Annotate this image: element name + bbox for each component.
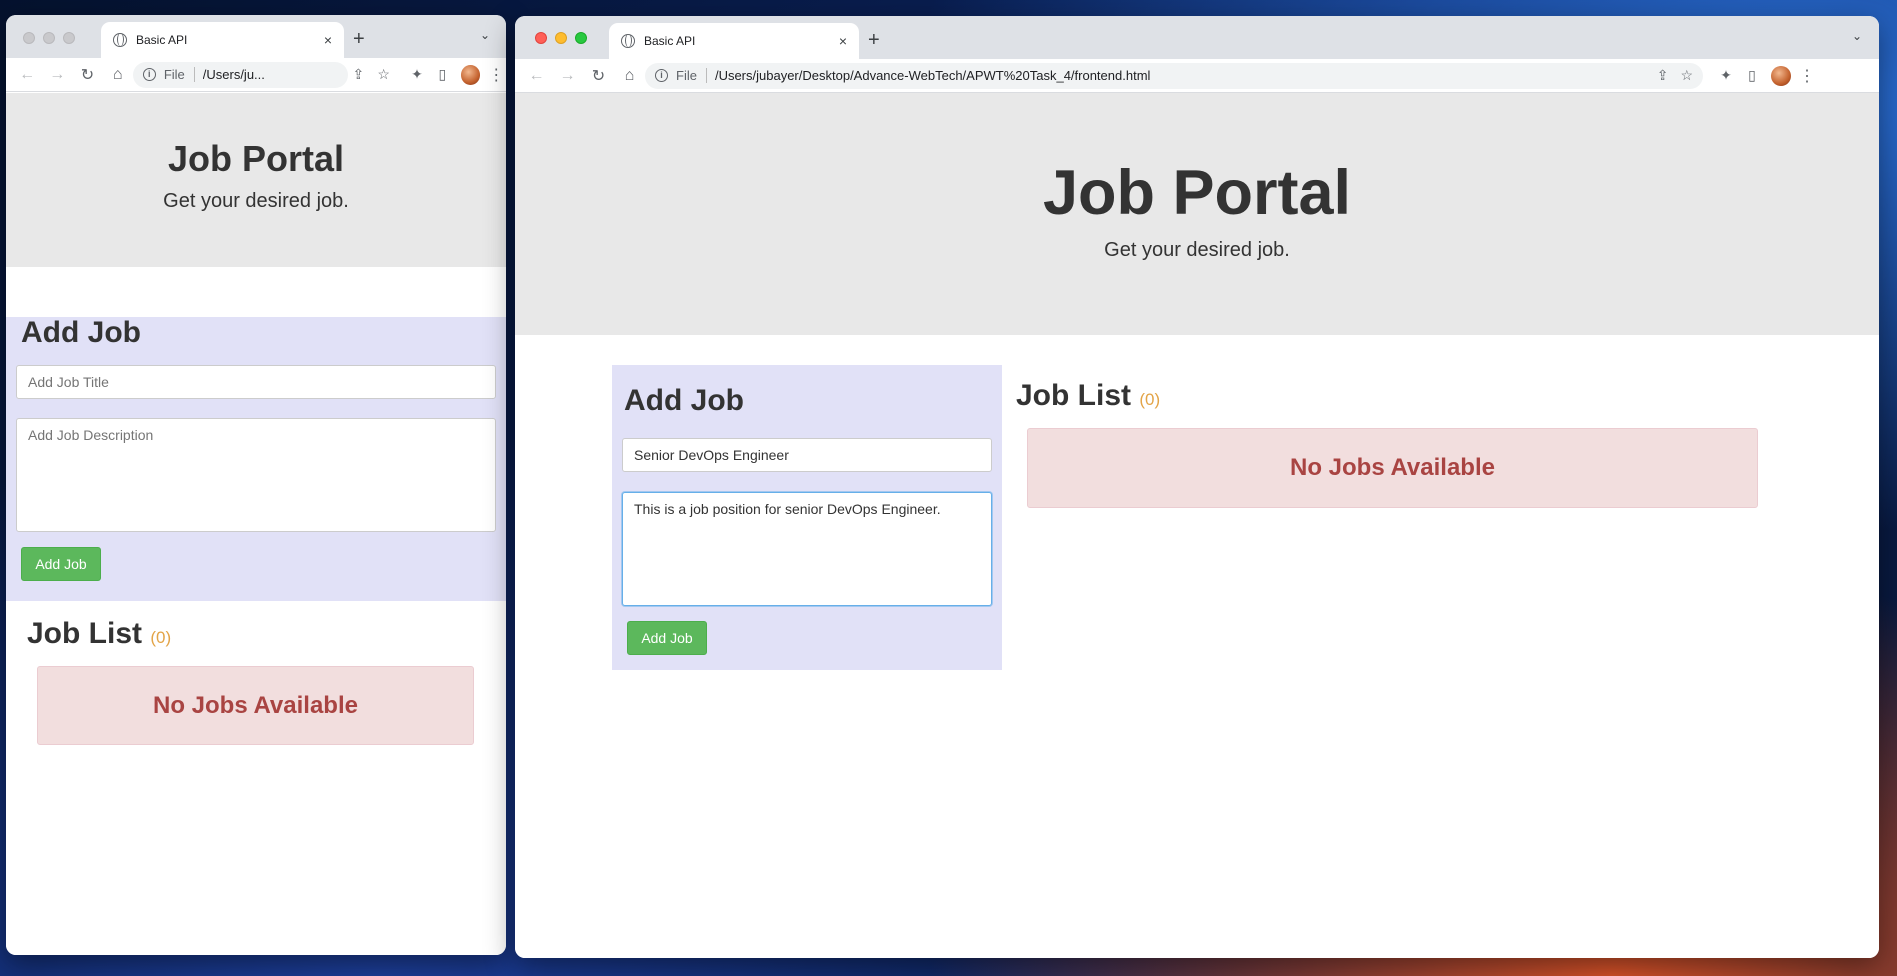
tab-strip: Basic API × + ⌄ bbox=[6, 15, 506, 58]
no-jobs-message: No Jobs Available bbox=[1290, 454, 1495, 481]
menu-icon[interactable]: ⋮ bbox=[486, 65, 505, 85]
job-list-section: Job List (0) No Jobs Available bbox=[6, 601, 506, 745]
bookmark-star-icon[interactable]: ☆ bbox=[371, 66, 396, 83]
tab-basic-api[interactable]: Basic API × bbox=[609, 23, 859, 59]
window-controls bbox=[23, 32, 75, 44]
forward-icon[interactable]: → bbox=[42, 66, 72, 84]
no-jobs-message: No Jobs Available bbox=[153, 691, 358, 719]
page-subtitle: Get your desired job. bbox=[1104, 239, 1290, 261]
job-title-input[interactable] bbox=[622, 438, 992, 472]
page-viewport: Job Portal Get your desired job. Add Job… bbox=[515, 93, 1879, 958]
job-count: (0) bbox=[1139, 390, 1161, 409]
add-job-heading: Add Job bbox=[21, 316, 141, 349]
scheme-label: File bbox=[676, 68, 707, 83]
browser-window-large: Basic API × + ⌄ ← → ↻ ⌂ i File /Users/ju… bbox=[515, 16, 1879, 958]
url-text[interactable]: /Users/ju... bbox=[203, 67, 338, 82]
reload-icon[interactable]: ↻ bbox=[583, 66, 614, 86]
job-count: (0) bbox=[150, 628, 172, 647]
side-panel-icon[interactable]: ▯ bbox=[430, 66, 455, 83]
address-bar[interactable]: i File /Users/jubayer/Desktop/Advance-We… bbox=[645, 62, 1703, 89]
forward-icon[interactable]: → bbox=[552, 67, 583, 85]
extensions-icon[interactable]: ✦ bbox=[404, 66, 429, 83]
share-icon[interactable]: ⇪ bbox=[1657, 67, 1669, 84]
browser-toolbar: ← → ↻ ⌂ i File /Users/jubayer/Desktop/Ad… bbox=[515, 59, 1879, 93]
job-title-input[interactable] bbox=[16, 365, 496, 399]
window-controls bbox=[535, 32, 587, 44]
job-description-input[interactable]: This is a job position for senior DevOps… bbox=[622, 492, 992, 606]
jumbotron: Job Portal Get your desired job. bbox=[515, 93, 1879, 335]
tab-title: Basic API bbox=[644, 34, 696, 48]
browser-toolbar: ← → ↻ ⌂ i File /Users/ju... ⇪ ☆ ✦ ▯ ⋮ bbox=[6, 58, 506, 92]
info-icon[interactable]: i bbox=[655, 69, 668, 82]
job-list-title: Job List bbox=[27, 617, 143, 650]
tab-search-button[interactable]: ⌄ bbox=[480, 28, 490, 42]
job-list-title: Job List bbox=[1016, 379, 1132, 412]
globe-icon bbox=[113, 33, 127, 47]
side-panel-icon[interactable]: ▯ bbox=[1739, 67, 1765, 84]
add-job-heading: Add Job bbox=[624, 384, 744, 417]
page-title: Job Portal bbox=[1042, 158, 1352, 228]
info-icon[interactable]: i bbox=[142, 68, 156, 81]
globe-icon bbox=[621, 34, 635, 48]
home-icon[interactable]: ⌂ bbox=[103, 66, 133, 84]
maximize-window-button[interactable] bbox=[63, 32, 75, 44]
back-icon[interactable]: ← bbox=[12, 66, 42, 84]
scheme-label: File bbox=[164, 67, 195, 82]
profile-avatar[interactable] bbox=[1771, 65, 1791, 86]
tab-close-icon[interactable]: × bbox=[324, 32, 332, 48]
profile-avatar[interactable] bbox=[461, 64, 481, 85]
tab-strip: Basic API × + ⌄ bbox=[515, 16, 1879, 59]
reload-icon[interactable]: ↻ bbox=[72, 65, 102, 85]
page-subtitle: Get your desired job. bbox=[163, 190, 349, 212]
minimize-window-button[interactable] bbox=[43, 32, 55, 44]
job-list-heading: Job List (0) bbox=[27, 617, 485, 651]
content-container: Add Job This is a job position for senio… bbox=[515, 335, 1879, 935]
url-text[interactable]: /Users/jubayer/Desktop/Advance-WebTech/A… bbox=[715, 68, 1645, 83]
page-viewport: Job Portal Get your desired job. Add Job… bbox=[6, 93, 506, 955]
menu-icon[interactable]: ⋮ bbox=[1797, 66, 1817, 86]
browser-window-small: Basic API × + ⌄ ← → ↻ ⌂ i File /Users/ju… bbox=[6, 15, 506, 955]
new-tab-button[interactable]: + bbox=[353, 28, 365, 51]
no-jobs-alert: No Jobs Available bbox=[1027, 428, 1758, 508]
address-bar[interactable]: i File /Users/ju... bbox=[132, 61, 348, 88]
extensions-icon[interactable]: ✦ bbox=[1713, 67, 1739, 84]
tab-title: Basic API bbox=[136, 33, 188, 47]
job-list-section: Job List (0) No Jobs Available bbox=[1016, 379, 1759, 508]
new-tab-button[interactable]: + bbox=[868, 29, 880, 52]
close-window-button[interactable] bbox=[23, 32, 35, 44]
maximize-window-button[interactable] bbox=[575, 32, 587, 44]
job-description-input[interactable] bbox=[16, 418, 496, 532]
home-icon[interactable]: ⌂ bbox=[614, 67, 645, 85]
share-icon[interactable]: ⇪ bbox=[346, 66, 371, 83]
add-job-panel: Add Job This is a job position for senio… bbox=[612, 365, 1002, 670]
tab-basic-api[interactable]: Basic API × bbox=[101, 22, 344, 58]
add-job-button[interactable]: Add Job bbox=[21, 547, 101, 581]
tab-close-icon[interactable]: × bbox=[839, 33, 847, 49]
bookmark-star-icon[interactable]: ☆ bbox=[1680, 67, 1693, 84]
close-window-button[interactable] bbox=[535, 32, 547, 44]
add-job-panel: Add Job Add Job bbox=[6, 316, 506, 601]
add-job-button[interactable]: Add Job bbox=[627, 621, 707, 655]
no-jobs-alert: No Jobs Available bbox=[37, 666, 474, 745]
tab-search-button[interactable]: ⌄ bbox=[1852, 29, 1862, 43]
back-icon[interactable]: ← bbox=[521, 67, 552, 85]
page-title: Job Portal bbox=[167, 138, 345, 179]
minimize-window-button[interactable] bbox=[555, 32, 567, 44]
job-list-heading: Job List (0) bbox=[1016, 379, 1759, 413]
jumbotron: Job Portal Get your desired job. bbox=[6, 93, 506, 267]
